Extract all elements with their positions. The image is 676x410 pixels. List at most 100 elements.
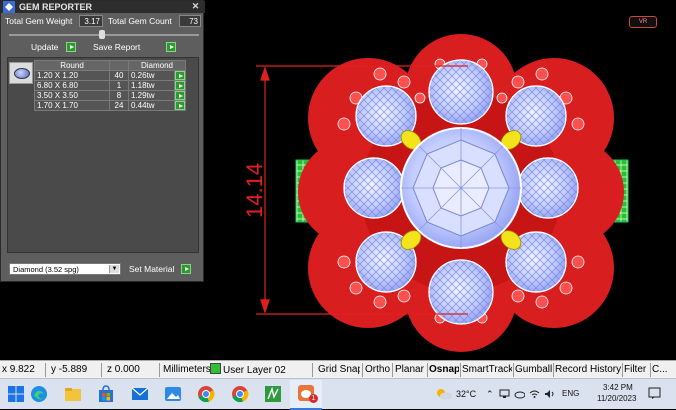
total-gem-count-label: Total Gem Count [108,16,172,26]
units-display[interactable]: Millimeters [163,363,211,377]
save-report-button[interactable]: Save Report [93,41,179,53]
weather-icon[interactable] [435,388,453,400]
total-gem-weight-label: Total Gem Weight [5,16,73,26]
volume-icon[interactable] [544,389,555,399]
divider [45,363,46,377]
chevron-down-icon[interactable]: ▼ [109,265,119,273]
gem-table: Round Diamond 1.20 X 1.20 40 0.26tw 6.80… [34,60,186,111]
material-select[interactable]: Diamond (3.52 spg) ▼ [9,263,121,275]
store-icon[interactable] [97,385,115,403]
divider [101,363,102,377]
divider [513,363,514,377]
table-row[interactable]: 3.50 X 3.50 8 1.29tw [34,90,186,101]
clock-time[interactable]: 3:42 PM [603,383,633,392]
dimension-value: 14.14 [242,163,267,218]
header-material: Diamond [128,60,186,71]
header-shape: Round [34,60,110,71]
onedrive-icon[interactable] [514,389,525,399]
windows-start-icon[interactable] [7,385,25,403]
layer-name: User Layer 02 [223,365,286,376]
chrome-icon[interactable] [197,385,215,403]
status-bar: x 9.822 y -5.889 z 0.000 Millimeters Use… [0,360,676,379]
chrome-profile-icon[interactable] [231,385,249,403]
row-play-icon [175,101,185,110]
viewport-badge[interactable]: VR [629,16,657,28]
row-select-button[interactable] [174,100,186,111]
gem-size: 1.70 X 1.70 [34,100,110,111]
toggle-filter[interactable]: Filter [624,363,646,377]
set-material-play-icon [181,264,191,274]
toggle-osnap[interactable]: Osnap [429,363,459,377]
divider [650,363,651,377]
mail-icon[interactable] [131,385,149,403]
table-row[interactable]: 1.20 X 1.20 40 0.26tw [34,70,186,81]
language-indicator[interactable]: ENG [562,389,579,398]
windows-taskbar: 1 32°C ⌃ ENG 3:42 PM 11/20/2023 [0,378,676,410]
divider [362,363,363,377]
divider [159,363,160,377]
gem-count: 24 [109,100,129,111]
show-hidden-icons-icon[interactable]: ⌃ [486,389,494,400]
toggle-more[interactable]: C... [652,363,668,377]
toggle-gumball[interactable]: Gumball [515,363,552,377]
total-gem-count-value: 73 [179,15,201,27]
photos-icon[interactable] [164,385,182,403]
network-icon[interactable] [499,389,510,399]
matrix-app-icon[interactable] [264,385,282,403]
table-row[interactable]: 1.70 X 1.70 24 0.44tw [34,100,186,111]
update-button[interactable]: Update [31,41,79,53]
row-select-button[interactable] [174,70,186,81]
row-play-icon [175,71,185,80]
panel-title: GEM REPORTER [19,2,93,12]
gem-size: 6.80 X 6.80 [34,80,110,91]
gem-weight: 0.44tw [128,100,175,111]
toggle-record-history[interactable]: Record History [555,363,621,377]
toggle-grid-snap[interactable]: Grid Snap [318,363,360,377]
divider [312,363,313,377]
table-row[interactable]: 6.80 X 6.80 1 1.18tw [34,80,186,91]
coord-y: y -5.889 [51,364,88,375]
total-gem-weight-value: 3.17 [79,15,103,27]
round-diamond-thumbnail-icon[interactable] [9,62,33,84]
gem-weight: 0.26tw [128,70,175,81]
slider-handle[interactable] [99,30,105,39]
table-header-row: Round Diamond [34,60,186,71]
notification-badge: 1 [309,394,318,403]
panel-titlebar[interactable]: GEM REPORTER ✕ [1,1,205,13]
notifications-icon[interactable] [648,387,661,400]
temperature[interactable]: 32°C [456,389,476,399]
clock-date[interactable]: 11/20/2023 [597,394,636,403]
gem-count: 8 [109,90,129,101]
divider [392,363,393,377]
current-layer[interactable]: User Layer 02 [210,363,286,377]
rhino-viewport[interactable]: 14.14 VR GEM REPORTER ✕ Total Gem Weight… [0,0,676,360]
row-play-icon [175,81,185,90]
save-report-play-icon [166,42,176,52]
set-material-label: Set Material [129,264,175,274]
coord-x: x 9.822 [2,364,35,375]
gem-size: 3.50 X 3.50 [34,90,110,101]
rhino-active-app[interactable]: 1 [290,380,322,410]
coord-z: z 0.000 [107,364,140,375]
gem-list: Round Diamond 1.20 X 1.20 40 0.26tw 6.80… [7,57,199,253]
toggle-planar[interactable]: Planar [395,363,425,377]
gem-weight: 1.18tw [128,80,175,91]
edge-browser-icon[interactable] [30,385,48,403]
stats-row: Total Gem Weight 3.17 Total Gem Count 73 [1,15,205,29]
gem-reporter-panel: GEM REPORTER ✕ Total Gem Weight 3.17 Tot… [0,0,205,282]
gem-reporter-logo-icon [3,1,15,13]
toggle-ortho[interactable]: Ortho [365,363,390,377]
toggle-smarttrack[interactable]: SmartTrack [462,363,512,377]
row-select-button[interactable] [174,80,186,91]
row-select-button[interactable] [174,90,186,101]
update-play-icon [66,42,76,52]
gem-count: 1 [109,80,129,91]
divider [622,363,623,377]
save-report-label: Save Report [93,42,141,52]
set-material-button[interactable]: Set Material [129,263,201,275]
update-label: Update [31,42,59,52]
divider [553,363,554,377]
close-button[interactable]: ✕ [190,1,201,12]
wifi-icon[interactable] [529,389,540,399]
file-explorer-icon[interactable] [64,385,82,403]
